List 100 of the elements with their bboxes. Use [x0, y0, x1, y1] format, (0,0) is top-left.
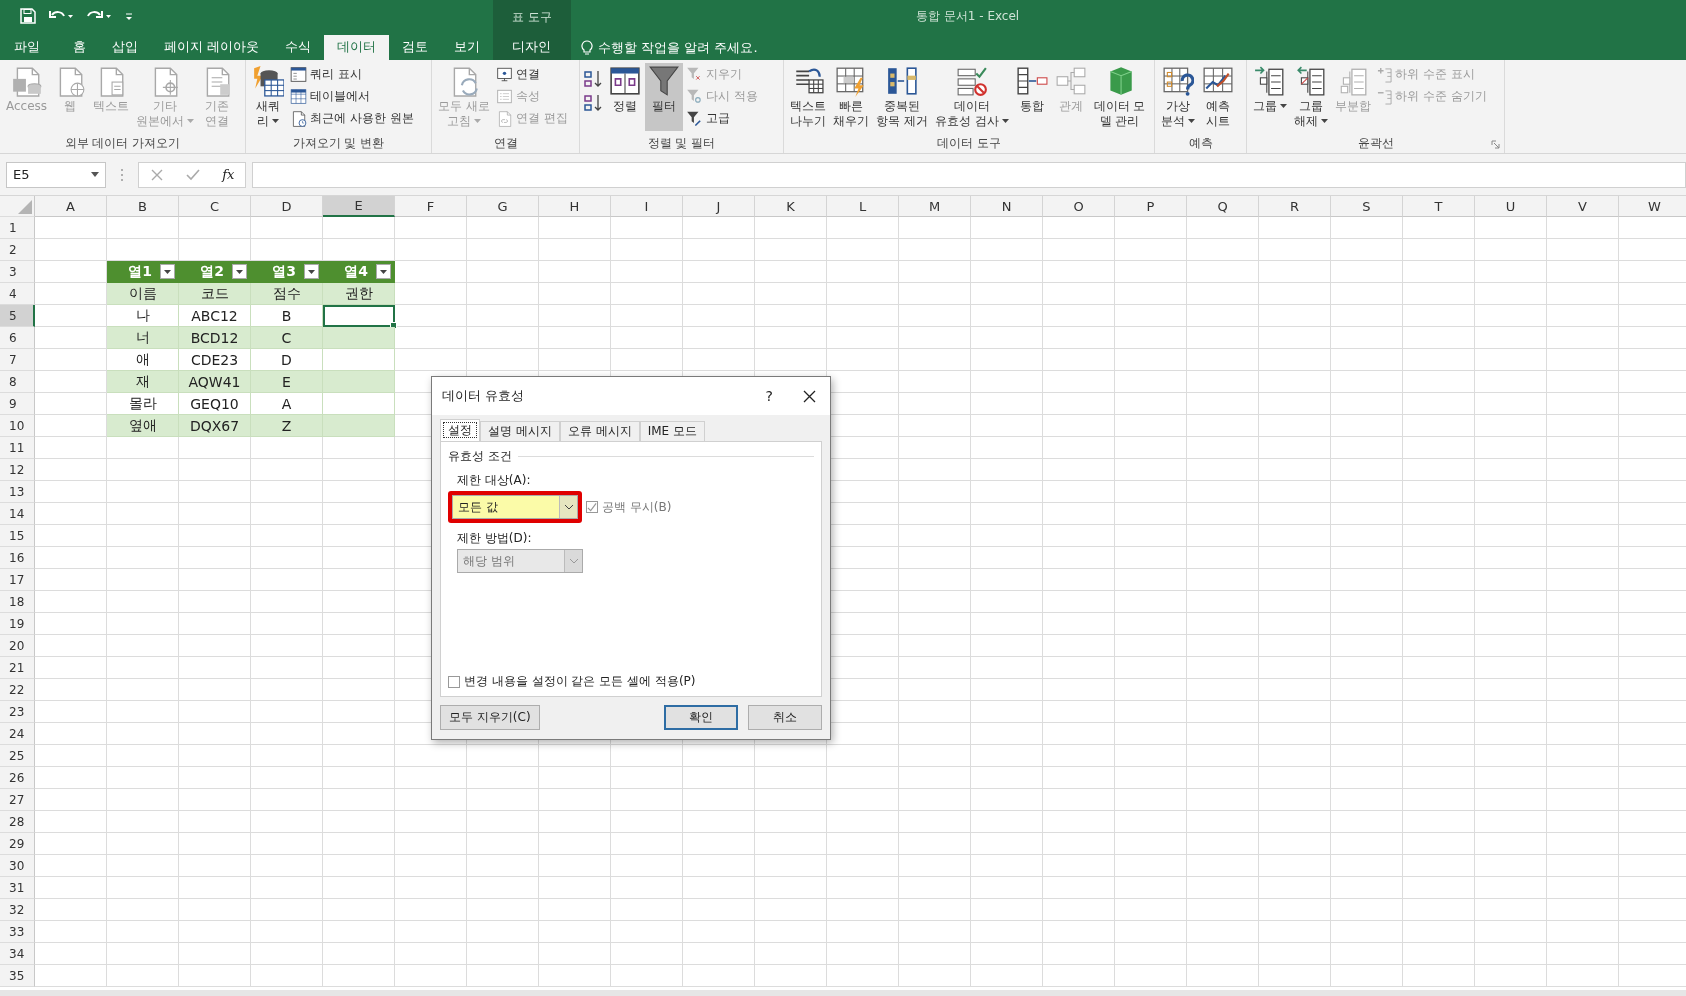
column-header[interactable]: I [611, 196, 683, 217]
ribbon-button[interactable]: 중복된 항목 제거 [873, 63, 931, 131]
column-header[interactable]: F [395, 196, 467, 217]
row-header[interactable]: 21 [0, 657, 35, 679]
ribbon-button[interactable]: 그룹 해제 [1291, 63, 1331, 131]
column-header[interactable]: L [827, 196, 899, 217]
ribbon-button[interactable]: 연결 [493, 65, 570, 84]
ribbon-tab[interactable]: 삽입 [99, 35, 151, 60]
save-icon[interactable] [20, 8, 36, 24]
allow-dropdown[interactable]: 모든 값 [452, 495, 578, 519]
row-header[interactable]: 29 [0, 833, 35, 855]
row-header[interactable]: 14 [0, 503, 35, 525]
column-header[interactable]: C [179, 196, 251, 217]
ribbon-button[interactable]: 정렬 [606, 63, 644, 131]
ribbon-button[interactable]: 예측 시트 [1199, 63, 1237, 131]
ribbon-button[interactable]: 데이터 유효성 검사 [931, 63, 1012, 131]
row-header[interactable]: 27 [0, 789, 35, 811]
row-header[interactable]: 17 [0, 569, 35, 591]
row-header[interactable]: 9 [0, 393, 35, 415]
row-header[interactable]: 33 [0, 921, 35, 943]
row-header[interactable]: 12 [0, 459, 35, 481]
row-header[interactable]: 30 [0, 855, 35, 877]
ribbon-tab[interactable]: 수식 [272, 35, 324, 60]
row-header[interactable]: 24 [0, 723, 35, 745]
column-header[interactable]: T [1403, 196, 1475, 217]
column-header[interactable]: A [35, 196, 107, 217]
customize-menu-icon[interactable] [124, 10, 134, 22]
ribbon-button[interactable]: 쿼리 표시 [288, 65, 416, 84]
column-header[interactable]: E [323, 196, 395, 217]
check-icon[interactable] [184, 167, 201, 182]
dialog-tab[interactable]: IME 모드 [639, 421, 705, 441]
row-header[interactable]: 15 [0, 525, 35, 547]
ribbon-tab[interactable]: 데이터 [324, 35, 389, 60]
ribbon-button[interactable]: 고급 [684, 109, 760, 128]
row-header[interactable]: 20 [0, 635, 35, 657]
column-header[interactable]: M [899, 196, 971, 217]
ribbon-tab[interactable]: 검토 [389, 35, 441, 60]
help-button[interactable]: ? [765, 388, 773, 404]
row-header[interactable]: 13 [0, 481, 35, 503]
row-header[interactable]: 6 [0, 327, 35, 349]
ribbon-button[interactable]: 그룹 [1250, 63, 1290, 131]
filter-dropdown-icon[interactable] [376, 264, 391, 279]
dialog-button[interactable]: 취소 [748, 705, 822, 730]
dialog-button[interactable]: 확인 [664, 705, 738, 730]
row-header[interactable]: 35 [0, 965, 35, 987]
row-header[interactable]: 7 [0, 349, 35, 371]
dialog-button[interactable]: 모두 지우기(C) [440, 705, 540, 730]
ribbon-tab[interactable]: 파일 [0, 35, 60, 60]
row-header[interactable]: 8 [0, 371, 35, 393]
row-header[interactable]: 4 [0, 283, 35, 305]
column-header[interactable]: R [1259, 196, 1331, 217]
row-header[interactable]: 32 [0, 899, 35, 921]
close-icon[interactable] [803, 389, 816, 403]
tell-me-box[interactable]: 수행할 작업을 알려 주세요. [571, 35, 758, 60]
insert-function-button[interactable]: fx [222, 167, 235, 182]
ribbon-button[interactable]: 필터 [645, 63, 683, 131]
ribbon-tab[interactable]: 디자인 [502, 35, 562, 60]
column-header[interactable]: S [1331, 196, 1403, 217]
ribbon-button[interactable]: 빠른 채우기 [830, 63, 872, 131]
column-header[interactable]: W [1619, 196, 1686, 217]
filter-dropdown-icon[interactable] [304, 264, 319, 279]
row-header[interactable]: 19 [0, 613, 35, 635]
row-header[interactable]: 23 [0, 701, 35, 723]
ribbon-button[interactable]: 새쿼 리 [249, 63, 287, 131]
column-header[interactable]: U [1475, 196, 1547, 217]
row-header[interactable]: 16 [0, 547, 35, 569]
ribbon-tab[interactable]: 홈 [60, 35, 99, 60]
filter-dropdown-icon[interactable] [160, 264, 175, 279]
checkbox[interactable] [448, 675, 460, 688]
row-header[interactable]: 3 [0, 261, 35, 283]
ribbon-button[interactable]: 테이블에서 [288, 87, 416, 106]
name-box[interactable]: E5 [6, 161, 106, 188]
column-header[interactable]: Q [1187, 196, 1259, 217]
row-header[interactable]: 1 [0, 217, 35, 239]
row-header[interactable]: 10 [0, 415, 35, 437]
ribbon-tab[interactable]: 보기 [441, 35, 493, 60]
dialog-tab[interactable]: 설명 메시지 [480, 421, 560, 441]
dialog-launcher-icon[interactable] [1491, 140, 1500, 149]
column-header[interactable]: P [1115, 196, 1187, 217]
drag-handle-icon[interactable] [120, 167, 124, 182]
column-header[interactable]: D [251, 196, 323, 217]
row-header[interactable]: 18 [0, 591, 35, 613]
column-header[interactable]: N [971, 196, 1043, 217]
row-header[interactable]: 11 [0, 437, 35, 459]
column-header[interactable]: B [107, 196, 179, 217]
row-header[interactable]: 28 [0, 811, 35, 833]
row-header[interactable]: 25 [0, 745, 35, 767]
row-header[interactable]: 5 [0, 305, 35, 327]
row-header[interactable]: 31 [0, 877, 35, 899]
column-header[interactable]: V [1547, 196, 1619, 217]
ribbon-button[interactable]: 텍스트 나누기 [787, 63, 829, 131]
dialog-tab[interactable]: 설정 [440, 419, 480, 441]
row-header[interactable]: 26 [0, 767, 35, 789]
column-header[interactable]: G [467, 196, 539, 217]
row-header[interactable]: 34 [0, 943, 35, 965]
ribbon-button[interactable]: 통합 [1012, 63, 1051, 131]
column-header[interactable]: K [755, 196, 827, 217]
row-header[interactable]: 2 [0, 239, 35, 261]
column-header[interactable]: O [1043, 196, 1115, 217]
filter-dropdown-icon[interactable] [232, 264, 247, 279]
